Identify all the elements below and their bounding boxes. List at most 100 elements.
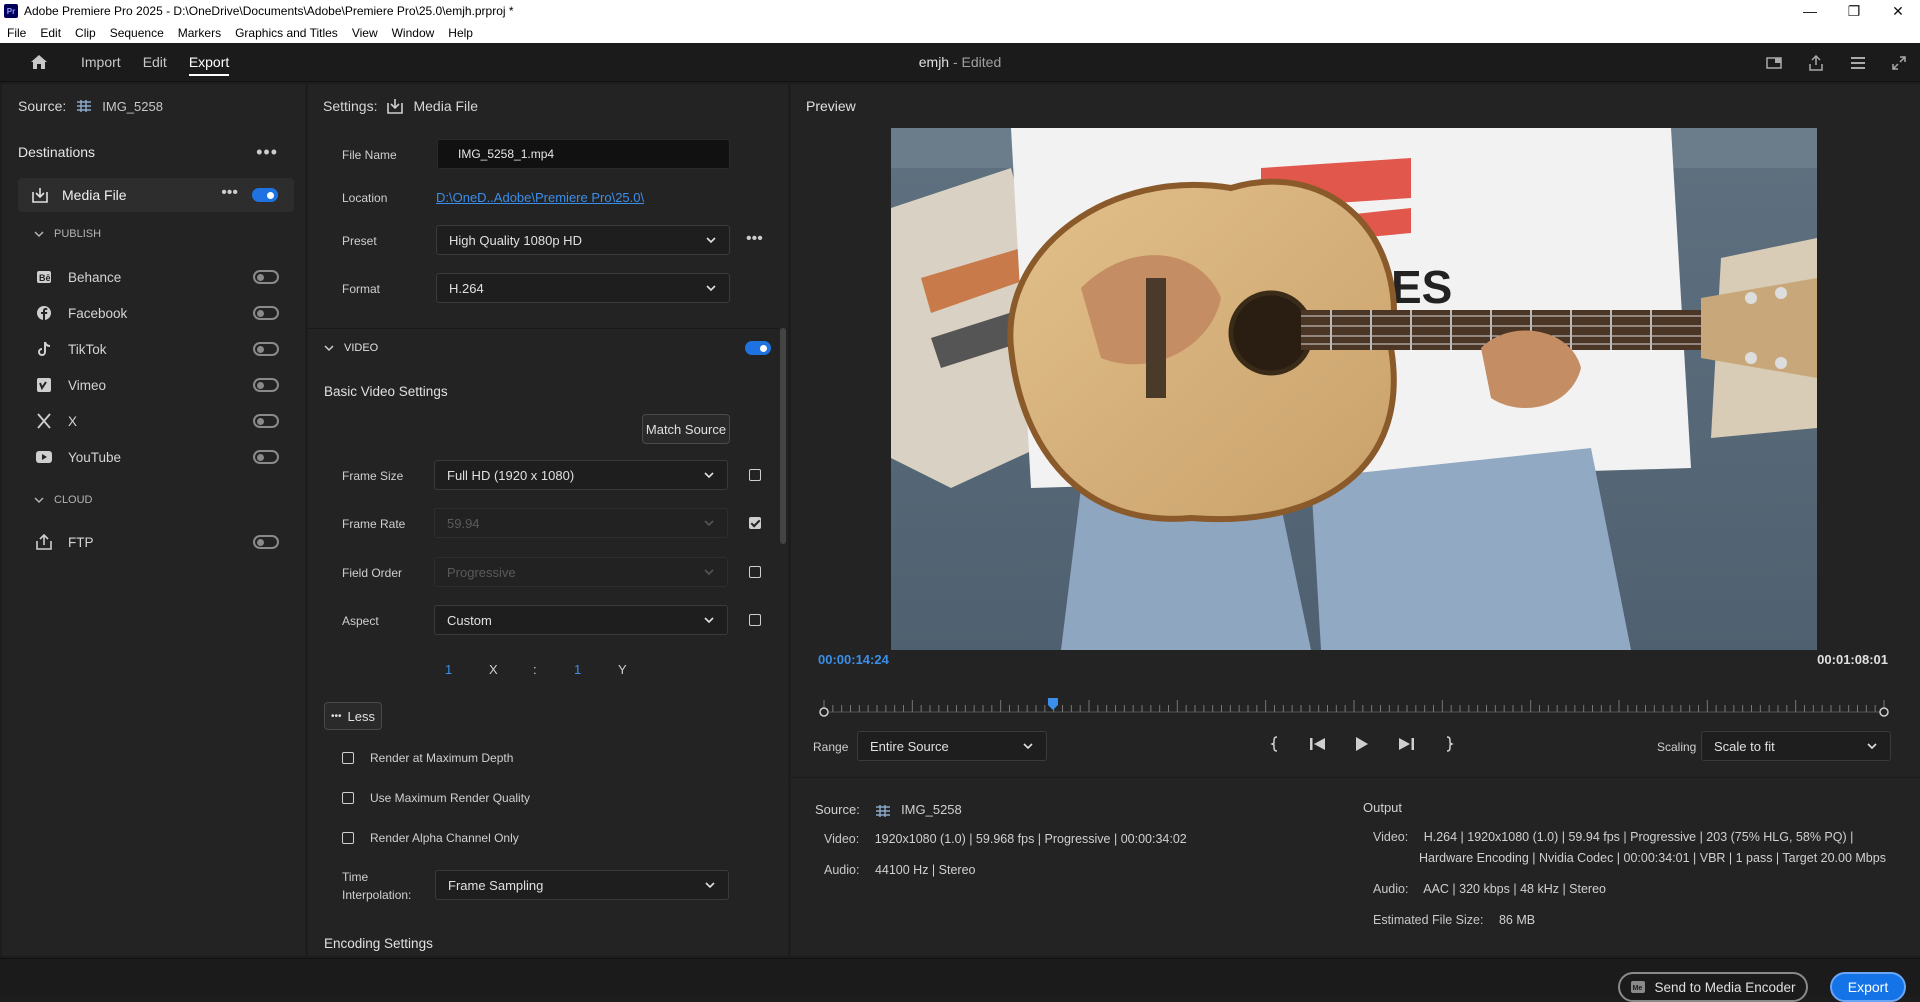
less-button[interactable]: ••• Less (324, 702, 382, 730)
minimize-button[interactable]: — (1788, 0, 1832, 22)
cloud-section-header[interactable]: CLOUD (34, 494, 93, 506)
menu-view[interactable]: View (345, 26, 385, 40)
aspect-y-label: Y (618, 662, 627, 677)
menu-window[interactable]: Window (385, 26, 442, 40)
field-order-value: Progressive (447, 564, 516, 580)
destination-youtube[interactable]: YouTube (34, 445, 279, 469)
frame-rate-dropdown[interactable]: 59.94 (434, 508, 728, 538)
play-icon[interactable] (1355, 736, 1369, 752)
playhead-marker[interactable] (1047, 698, 1058, 710)
tab-edit[interactable]: Edit (143, 43, 167, 82)
aspect-match-checkbox[interactable] (749, 614, 761, 626)
maximize-button[interactable]: ❐ (1832, 0, 1876, 22)
mark-out-icon[interactable] (1443, 736, 1455, 752)
render-max-depth-row[interactable]: Render at Maximum Depth (342, 751, 513, 765)
out-point-handle[interactable] (1879, 707, 1889, 717)
publish-section-header[interactable]: PUBLISH (34, 228, 101, 240)
window-titlebar: Pr Adobe Premiere Pro 2025 - D:\OneDrive… (0, 0, 1920, 22)
max-render-quality-checkbox[interactable] (342, 792, 354, 804)
home-button[interactable] (19, 43, 59, 82)
scaling-dropdown[interactable]: Scale to fit (1701, 731, 1891, 761)
preset-more-icon[interactable]: ••• (746, 230, 763, 248)
aspect-y-value[interactable]: 1 (574, 662, 581, 677)
vimeo-toggle[interactable] (253, 378, 279, 392)
destination-x[interactable]: X (34, 409, 279, 433)
settings-value: Media File (413, 98, 479, 114)
fullscreen-icon[interactable] (1892, 55, 1906, 70)
export-button[interactable]: Export (1830, 972, 1906, 1002)
location-link[interactable]: D:\OneD..Adobe\Premiere Pro\25.0\ (436, 190, 644, 205)
menu-sequence[interactable]: Sequence (103, 26, 171, 40)
settings-header: Settings: Media File (323, 98, 478, 114)
match-source-button[interactable]: Match Source (642, 414, 730, 444)
youtube-toggle[interactable] (253, 450, 279, 464)
menu-markers[interactable]: Markers (171, 26, 228, 40)
destination-facebook[interactable]: Facebook (34, 301, 279, 325)
destination-ftp[interactable]: FTP (34, 530, 279, 554)
aspect-label: Aspect (342, 614, 379, 628)
media-file-toggle[interactable] (252, 188, 278, 202)
frame-size-dropdown[interactable]: Full HD (1920 x 1080) (434, 460, 728, 490)
workspaces-icon[interactable] (1850, 56, 1866, 70)
x-toggle[interactable] (253, 414, 279, 428)
menu-edit[interactable]: Edit (33, 26, 68, 40)
current-timecode[interactable]: 00:00:14:24 (818, 652, 889, 667)
tiktok-toggle[interactable] (253, 342, 279, 356)
tab-import[interactable]: Import (81, 43, 121, 82)
timeline-scrubber[interactable] (819, 698, 1889, 718)
tab-export[interactable]: Export (188, 43, 230, 82)
chevron-down-icon (704, 617, 714, 624)
in-point-handle[interactable] (819, 707, 829, 717)
menu-graphics-titles[interactable]: Graphics and Titles (228, 26, 345, 40)
close-button[interactable]: ✕ (1876, 0, 1920, 22)
media-file-more-icon[interactable]: ••• (221, 184, 238, 202)
destinations-more-icon[interactable]: ••• (256, 142, 278, 163)
chevron-down-icon (34, 497, 44, 504)
ftp-toggle[interactable] (253, 535, 279, 549)
video-toggle[interactable] (745, 341, 771, 355)
frame-size-match-checkbox[interactable] (749, 469, 761, 481)
destination-tiktok[interactable]: TikTok (34, 337, 279, 361)
facebook-toggle[interactable] (253, 306, 279, 320)
step-back-icon[interactable] (1309, 737, 1327, 751)
behance-toggle[interactable] (253, 270, 279, 284)
media-file-label: Media File (62, 187, 127, 203)
mark-in-icon[interactable] (1269, 736, 1281, 752)
destination-vimeo[interactable]: Vimeo (34, 373, 279, 397)
time-interpolation-dropdown[interactable]: Frame Sampling (435, 870, 729, 900)
file-name-input[interactable]: IMG_5258_1.mp4 (437, 139, 730, 169)
max-render-quality-row[interactable]: Use Maximum Render Quality (342, 791, 530, 805)
send-to-media-encoder-button[interactable]: Me Send to Media Encoder (1618, 972, 1808, 1002)
preset-dropdown[interactable]: High Quality 1080p HD (436, 225, 730, 255)
render-max-depth-checkbox[interactable] (342, 752, 354, 764)
quick-export-icon[interactable] (1766, 56, 1782, 70)
render-alpha-row[interactable]: Render Alpha Channel Only (342, 831, 519, 845)
vimeo-icon (34, 377, 54, 393)
destination-label: YouTube (68, 449, 122, 465)
send-to-media-encoder-label: Send to Media Encoder (1654, 979, 1796, 995)
destination-behance[interactable]: Bē Behance (34, 265, 279, 289)
timeline-ruler[interactable] (819, 698, 1889, 718)
svg-text:Bē: Bē (39, 273, 51, 283)
aspect-separator: : (533, 662, 537, 677)
render-alpha-checkbox[interactable] (342, 832, 354, 844)
source-value: IMG_5258 (102, 98, 163, 114)
settings-scrollbar[interactable] (780, 328, 786, 544)
video-section-header[interactable]: VIDEO (324, 342, 378, 354)
menu-clip[interactable]: Clip (68, 26, 103, 40)
chevron-down-icon (1867, 743, 1877, 750)
format-dropdown[interactable]: H.264 (436, 273, 730, 303)
range-dropdown[interactable]: Entire Source (857, 731, 1047, 761)
aspect-dropdown[interactable]: Custom (434, 605, 728, 635)
field-order-dropdown[interactable]: Progressive (434, 557, 728, 587)
step-forward-icon[interactable] (1397, 737, 1415, 751)
svg-text:Me: Me (1633, 985, 1643, 992)
field-order-match-checkbox[interactable] (749, 566, 761, 578)
frame-rate-match-checkbox[interactable] (749, 517, 761, 529)
cloud-label: CLOUD (54, 494, 93, 506)
media-file-destination[interactable]: Media File ••• (18, 178, 294, 212)
menu-help[interactable]: Help (441, 26, 480, 40)
aspect-x-value[interactable]: 1 (445, 662, 452, 677)
share-icon[interactable] (1808, 54, 1824, 71)
menu-file[interactable]: File (0, 26, 33, 40)
